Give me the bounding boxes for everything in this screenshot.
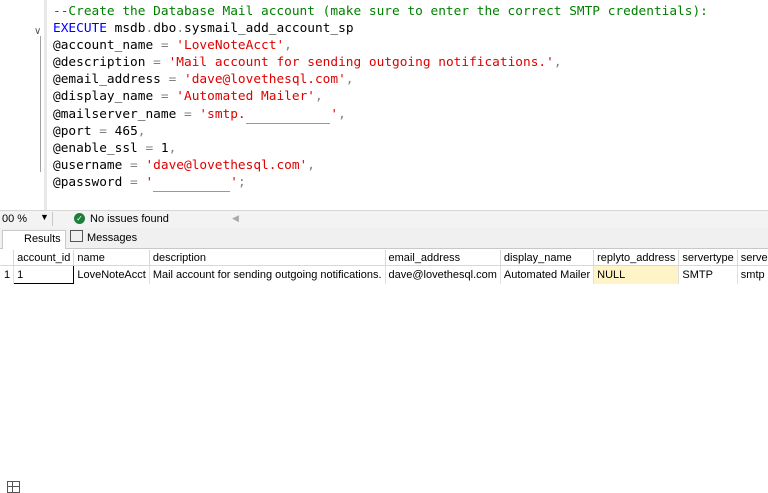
code-token: @mailserver_name (53, 106, 184, 122)
code-token: ; (237, 174, 246, 190)
code-token: 'Mail account for sending outgoing notif… (168, 55, 554, 71)
code-token: , (314, 89, 323, 105)
redacted-value (153, 174, 231, 193)
code-token: EXECUTE (53, 21, 115, 37)
code-line[interactable]: EXECUTE msdb.dbo.sysmail_add_account_sp (53, 20, 708, 37)
cell-name[interactable]: LoveNoteAcct (73, 265, 150, 284)
scroll-left-icon[interactable]: ◀ (232, 213, 239, 224)
code-line[interactable]: @enable_ssl = 1, (53, 140, 708, 157)
code-token: , (284, 38, 292, 54)
code-line[interactable]: @mailserver_name = 'smtp. ', (53, 106, 708, 124)
col-header-email-address[interactable]: email_address (385, 250, 501, 266)
cell-account-id[interactable]: 1 (13, 265, 75, 284)
results-tabs: Results Messages (0, 228, 768, 493)
col-header-rownum[interactable] (0, 250, 15, 266)
col-header-replyto-address[interactable]: replyto_address (593, 250, 680, 266)
code-token: ' (230, 174, 238, 190)
cell-servertype[interactable]: SMTP (678, 265, 738, 284)
redacted-value (245, 106, 331, 124)
code-token: = (130, 174, 146, 190)
code-token: , (168, 140, 177, 156)
editor-status-bar: 00 % ▼ ✓ No issues found ◀ (0, 210, 768, 228)
code-token: = (168, 72, 184, 88)
code-token: @username (53, 157, 131, 173)
issues-status: No issues found (90, 213, 169, 225)
change-margin (44, 0, 47, 210)
fold-guide (40, 36, 41, 172)
code-token: , (338, 106, 346, 122)
code-line[interactable]: --Create the Database Mail account (make… (53, 3, 708, 20)
cell-replyto-address[interactable]: NULL (593, 265, 680, 284)
code-token: @enable_ssl (53, 140, 146, 156)
code-token: 465 (114, 123, 138, 139)
tab-messages-label: Messages (87, 232, 138, 244)
grid-header-row: account_id name description email_addres… (0, 250, 768, 266)
code-line[interactable]: @account_name = 'LoveNoteAcct', (53, 37, 708, 54)
code-token: @password (53, 174, 131, 190)
code-token: 'smtp. (199, 106, 246, 122)
col-header-display-name[interactable]: display_name (500, 250, 595, 266)
code-token: @email_address (53, 72, 169, 88)
code-token: , (345, 72, 354, 88)
code-line[interactable] (53, 191, 708, 208)
chevron-down-icon[interactable]: ▼ (40, 212, 49, 222)
code-token: ' (330, 106, 339, 122)
tab-results[interactable]: Results (2, 230, 66, 493)
code-token: dbo (153, 21, 177, 37)
code-token: ' (145, 174, 154, 190)
code-token: @port (53, 123, 100, 139)
results-grid[interactable]: account_id name description email_addres… (0, 250, 768, 301)
cell-email-address[interactable]: dave@lovethesql.com (385, 265, 501, 284)
code-token: 'Automated Mailer' (176, 89, 315, 105)
code-text[interactable]: --Create the Database Mail account (make… (53, 3, 708, 225)
code-token: @display_name (53, 89, 161, 105)
code-token: = (99, 123, 115, 139)
query-editor[interactable]: ∨ --Create the Database Mail account (ma… (0, 0, 768, 224)
code-token: . (176, 21, 185, 37)
tab-results-label: Results (24, 233, 61, 245)
code-token: msdb (114, 21, 146, 37)
code-token: --Create the Database Mail account (make… (53, 4, 708, 19)
code-line[interactable]: @display_name = 'Automated Mailer', (53, 88, 708, 105)
cell-display-name[interactable]: Automated Mailer (500, 265, 595, 284)
col-header-account-id[interactable]: account_id (13, 250, 75, 266)
editor-gutter: ∨ (0, 0, 41, 210)
code-line[interactable]: @email_address = 'dave@lovethesql.com', (53, 71, 708, 88)
tab-messages[interactable]: Messages (66, 230, 141, 248)
code-line[interactable]: @port = 465, (53, 123, 708, 140)
code-token: = (160, 38, 177, 54)
cell-server[interactable]: smtp (737, 265, 768, 284)
check-circle-icon: ✓ (74, 213, 85, 224)
code-token: sysmail_add_account_sp (184, 21, 354, 37)
code-token: = (130, 157, 146, 173)
zoom-dropdown[interactable]: 00 % ▼ (0, 212, 53, 226)
code-token: = (183, 106, 200, 122)
code-token: , (137, 123, 146, 139)
code-token: @description (53, 55, 154, 71)
table-row[interactable]: 1 1 LoveNoteAcct Mail account for sendin… (0, 265, 768, 284)
code-token: = (153, 55, 169, 71)
zoom-value: 00 % (2, 213, 28, 225)
code-token: 'LoveNoteAcct' (176, 38, 285, 54)
code-line[interactable]: @description = 'Mail account for sending… (53, 54, 708, 71)
code-token: 1 (160, 140, 169, 156)
col-header-description[interactable]: description (149, 250, 386, 266)
code-token: 'dave@lovethesql.com' (184, 72, 346, 88)
code-line[interactable]: @password = ' '; (53, 174, 708, 193)
code-token: = (160, 89, 177, 105)
code-token: @account_name (53, 38, 161, 54)
col-header-servertype[interactable]: servertype (678, 250, 738, 266)
code-token: 'dave@lovethesql.com' (145, 157, 308, 173)
code-token: , (553, 55, 562, 71)
row-number[interactable]: 1 (0, 265, 15, 284)
col-header-name[interactable]: name (73, 250, 150, 266)
col-header-server[interactable]: serve (737, 250, 768, 266)
code-token: = (145, 140, 161, 156)
code-token: , (307, 157, 315, 173)
cell-description[interactable]: Mail account for sending outgoing notifi… (149, 265, 386, 284)
code-line[interactable]: @username = 'dave@lovethesql.com', (53, 157, 708, 174)
messages-icon (70, 230, 83, 242)
grid-icon (7, 481, 20, 493)
